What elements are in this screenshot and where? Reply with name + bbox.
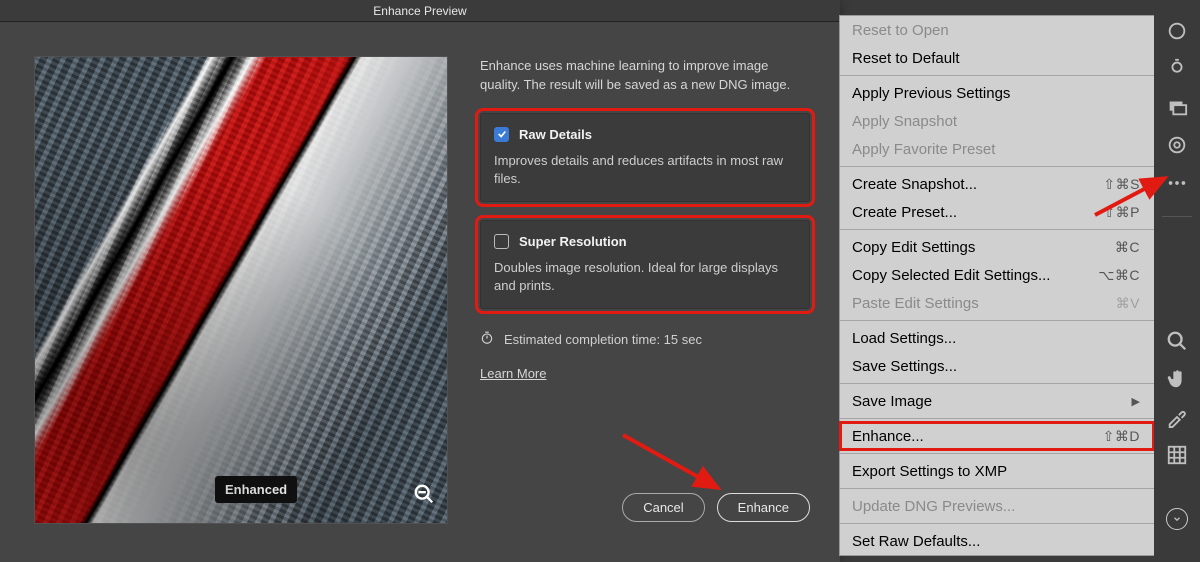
- menu-apply-snapshot: Apply Snapshot: [840, 107, 1154, 135]
- stopwatch-icon: [480, 331, 494, 348]
- raw-details-title: Raw Details: [519, 127, 592, 142]
- menu-export-settings-to-xmp[interactable]: Export Settings to XMP: [840, 457, 1154, 485]
- menu-reset-to-default[interactable]: Reset to Default: [840, 44, 1154, 72]
- menu-reset-to-open: Reset to Open: [840, 16, 1154, 44]
- dialog-description: Enhance uses machine learning to improve…: [480, 57, 810, 95]
- cancel-button[interactable]: Cancel: [622, 493, 704, 522]
- eyedropper-icon[interactable]: [1166, 406, 1188, 428]
- enhanced-badge: Enhanced: [215, 476, 297, 503]
- eta-text: Estimated completion time: 15 sec: [504, 332, 702, 347]
- right-tool-strip: [1154, 0, 1200, 562]
- menu-apply-favorite-preset: Apply Favorite Preset: [840, 135, 1154, 163]
- settings-context-menu: Reset to Open Reset to Default Apply Pre…: [840, 16, 1154, 555]
- submenu-arrow-icon: ▶: [1132, 395, 1140, 408]
- dialog-title: Enhance Preview: [0, 0, 840, 22]
- menu-enhance[interactable]: Enhance...⇧⌘D: [840, 422, 1154, 450]
- hand-icon[interactable]: [1166, 368, 1188, 390]
- super-resolution-desc: Doubles image resolution. Ideal for larg…: [494, 259, 794, 295]
- eta-row: Estimated completion time: 15 sec: [480, 331, 810, 348]
- enhance-button[interactable]: Enhance: [717, 493, 810, 522]
- layers-icon[interactable]: [1166, 96, 1188, 118]
- preview-image[interactable]: Enhanced: [35, 57, 447, 523]
- masking-icon[interactable]: [1166, 58, 1188, 80]
- menu-create-snapshot[interactable]: Create Snapshot...⇧⌘S: [840, 170, 1154, 198]
- menu-set-raw-defaults[interactable]: Set Raw Defaults...: [840, 527, 1154, 555]
- collapse-toggle-icon[interactable]: [1166, 508, 1188, 530]
- menu-update-dng-previews: Update DNG Previews...: [840, 492, 1154, 520]
- menu-save-image[interactable]: Save Image▶: [840, 387, 1154, 415]
- super-resolution-title: Super Resolution: [519, 234, 627, 249]
- learn-more-link[interactable]: Learn More: [480, 366, 546, 381]
- menu-apply-previous-settings[interactable]: Apply Previous Settings: [840, 79, 1154, 107]
- radial-icon[interactable]: [1166, 134, 1188, 156]
- menu-create-preset[interactable]: Create Preset...⇧⌘P: [840, 198, 1154, 226]
- menu-save-settings[interactable]: Save Settings...: [840, 352, 1154, 380]
- white-balance-icon[interactable]: [1166, 20, 1188, 42]
- enhance-preview-dialog: Enhance Preview Enhanced Enhance uses ma…: [0, 0, 840, 562]
- raw-details-checkbox[interactable]: [494, 127, 509, 142]
- super-resolution-option[interactable]: Super Resolution Doubles image resolutio…: [480, 220, 810, 309]
- menu-copy-edit-settings[interactable]: Copy Edit Settings⌘C: [840, 233, 1154, 261]
- menu-load-settings[interactable]: Load Settings...: [840, 324, 1154, 352]
- zoom-out-icon[interactable]: [413, 483, 435, 505]
- raw-details-option[interactable]: Raw Details Improves details and reduces…: [480, 113, 810, 202]
- raw-details-desc: Improves details and reduces artifacts i…: [494, 152, 794, 188]
- super-resolution-checkbox[interactable]: [494, 234, 509, 249]
- menu-copy-selected-edit-settings[interactable]: Copy Selected Edit Settings...⌥⌘C: [840, 261, 1154, 289]
- zoom-icon[interactable]: [1166, 330, 1188, 352]
- menu-paste-edit-settings: Paste Edit Settings⌘V: [840, 289, 1154, 317]
- grid-icon[interactable]: [1166, 444, 1188, 466]
- more-icon[interactable]: [1166, 172, 1188, 194]
